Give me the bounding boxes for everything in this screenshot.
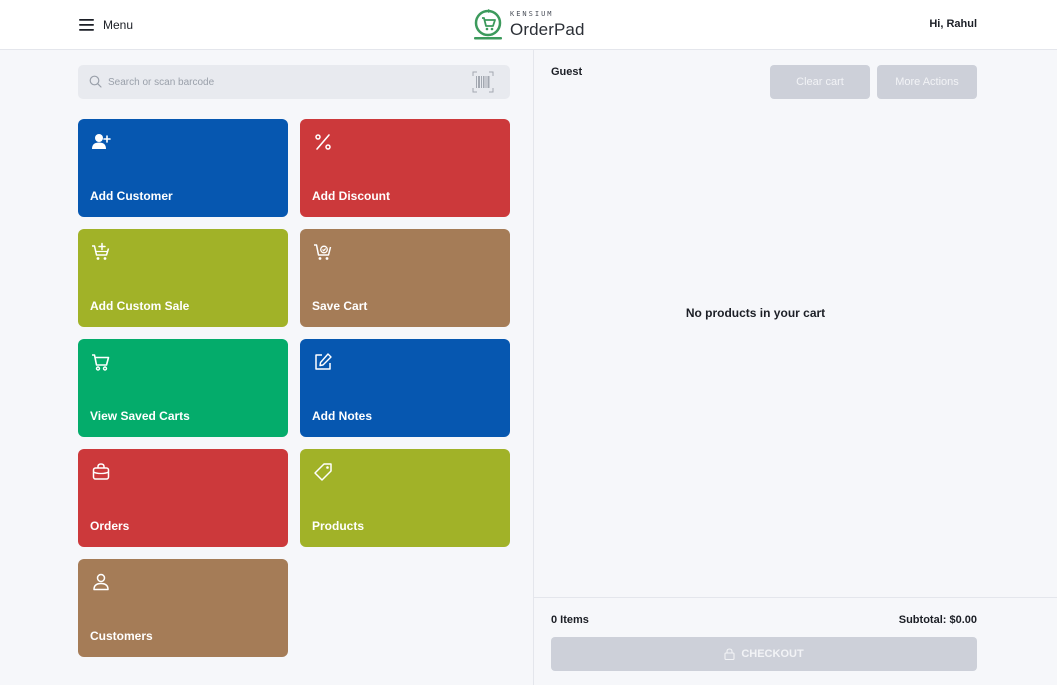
cart-footer-divider [534, 597, 1057, 598]
tile-label: Add Custom Sale [90, 299, 190, 313]
logo-name: OrderPad [510, 20, 585, 39]
orders-tile[interactable]: Orders [78, 449, 288, 547]
panel-divider [533, 50, 534, 685]
customers-tile[interactable]: Customers [78, 559, 288, 657]
products-tile[interactable]: Products [300, 449, 510, 547]
lock-icon [724, 648, 735, 660]
menu-button[interactable]: Menu [79, 16, 133, 34]
barcode-scan-icon[interactable] [471, 70, 495, 94]
hamburger-icon [79, 19, 94, 31]
empty-cart-message: No products in your cart [685, 306, 826, 320]
tag-icon [314, 463, 332, 481]
logo-brand: KENSIUM [510, 10, 554, 18]
tile-label: Save Cart [312, 299, 368, 313]
view-saved-carts-tile[interactable]: View Saved Carts [78, 339, 288, 437]
cart-icon [92, 354, 110, 371]
user-icon [93, 573, 109, 591]
orderpad-logo: KENSIUM OrderPad [472, 7, 585, 43]
menu-label: Menu [103, 18, 134, 32]
search-input[interactable] [108, 72, 468, 92]
cart-save-icon [314, 244, 332, 260]
clear-cart-button[interactable]: Clear cart [770, 65, 870, 99]
cart-subtotal: Subtotal: $0.00 [898, 614, 977, 626]
search-bar [78, 65, 510, 99]
cart-customer-name: Guest [551, 66, 583, 78]
top-bar: Menu KENSIUM OrderPad Hi, Rahul [0, 0, 1057, 50]
more-actions-button[interactable]: More Actions [877, 65, 977, 99]
cart-plus-icon [92, 242, 110, 260]
edit-icon [315, 353, 332, 370]
add-notes-tile[interactable]: Add Notes [300, 339, 510, 437]
save-cart-tile[interactable]: Save Cart [300, 229, 510, 327]
checkout-button[interactable]: CHECKOUT [551, 637, 977, 671]
user-greeting: Hi, Rahul [929, 18, 977, 30]
logo-cart-icon [474, 9, 502, 40]
tile-label: Add Discount [312, 189, 390, 203]
checkout-label: CHECKOUT [741, 648, 804, 660]
tile-label: Customers [90, 629, 153, 643]
bag-icon [92, 463, 110, 480]
cart-items-count: 0 Items [551, 614, 589, 626]
add-user-icon [92, 134, 111, 149]
add-discount-tile[interactable]: Add Discount [300, 119, 510, 217]
tile-label: View Saved Carts [90, 409, 190, 423]
add-customer-tile[interactable]: Add Customer [78, 119, 288, 217]
tile-label: Add Notes [312, 409, 372, 423]
tile-label: Add Customer [90, 189, 173, 203]
tile-label: Products [312, 519, 365, 533]
add-custom-sale-tile[interactable]: Add Custom Sale [78, 229, 288, 327]
tile-label: Orders [90, 519, 130, 533]
percent-icon [315, 134, 331, 150]
search-icon [89, 75, 102, 88]
